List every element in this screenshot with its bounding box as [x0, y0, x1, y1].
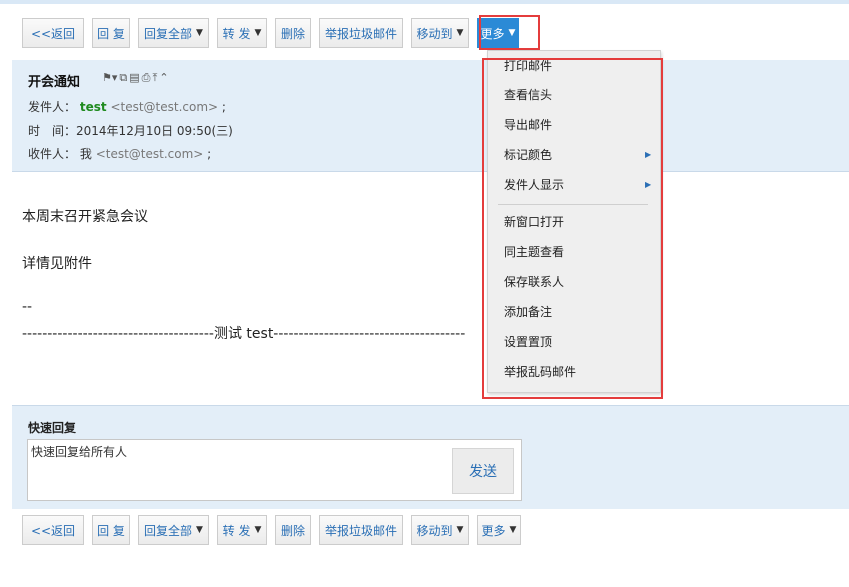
back-label: <<返回	[30, 523, 76, 538]
quick-reply-input[interactable]: 快速回复给所有人	[31, 443, 127, 460]
reply-all-button[interactable]: 回复全部 ▼	[138, 515, 209, 545]
open-new-window-icon[interactable]: ⧉	[119, 71, 127, 85]
more-label: 更多	[481, 523, 506, 538]
back-button[interactable]: <<返回	[22, 515, 84, 545]
reply-all-label: 回复全部	[144, 26, 193, 41]
top-strip	[0, 0, 849, 4]
caret-down-icon: ▼	[456, 28, 464, 38]
from-label: 发件人：	[28, 100, 77, 114]
time-row: 时 间：2014年12月10日 09:50(三)	[28, 122, 233, 139]
move-to-button[interactable]: 移动到 ▼	[411, 515, 469, 545]
mail-subject: 开会通知	[28, 75, 81, 90]
send-button[interactable]: 发送	[452, 448, 514, 494]
quick-reply-title: 快速回复	[28, 421, 77, 435]
body-line: 本周末召开紧急会议	[22, 209, 148, 225]
caret-down-icon: ▼	[196, 28, 203, 38]
caret-down-icon: ▼	[196, 525, 203, 535]
header-actions: ⚑▾ ⧉ ▤ ⎙ ⤒ ⌃	[102, 71, 169, 85]
collapse-icon[interactable]: ⌃	[159, 71, 168, 85]
from-separator: ;	[221, 100, 226, 114]
pin-top-icon[interactable]: ⤒	[152, 71, 157, 85]
reply-button[interactable]: 回 复	[92, 515, 130, 545]
to-name[interactable]: 我	[80, 147, 92, 161]
move-to-label: 移动到	[416, 523, 453, 538]
report-spam-button[interactable]: 举报垃圾邮件	[319, 18, 403, 48]
forward-label: 转 发	[222, 523, 251, 538]
mail-header: 开会通知 ⚑▾ ⧉ ▤ ⎙ ⤒ ⌃ 发件人： test <test@test.c…	[12, 60, 849, 172]
to-separator: ;	[207, 147, 212, 161]
caret-down-icon: ▼	[254, 28, 262, 38]
caret-down-icon: ▼	[509, 525, 517, 535]
move-to-button[interactable]: 移动到 ▼	[411, 18, 469, 48]
to-label: 收件人：	[28, 147, 77, 161]
from-name[interactable]: test	[80, 100, 107, 114]
more-menu-highlight	[482, 58, 663, 399]
to-row: 收件人： 我 <test@test.com> ;	[28, 145, 211, 162]
back-label: <<返回	[30, 26, 76, 41]
forward-button[interactable]: 转 发 ▼	[217, 515, 267, 545]
top-toolbar: <<返回 回 复 回复全部 ▼ 转 发 ▼ 删除 举报垃圾邮件 移动到 ▼ 更多 ▼	[22, 18, 519, 48]
quick-reply-box[interactable]: 快速回复给所有人 发送	[27, 439, 522, 501]
from-row: 发件人： test <test@test.com> ;	[28, 98, 226, 115]
caret-down-icon: ▼	[254, 525, 262, 535]
report-spam-button[interactable]: 举报垃圾邮件	[319, 515, 403, 545]
more-button[interactable]: 更多 ▼	[477, 515, 521, 545]
more-button-highlight	[479, 15, 540, 50]
delete-label: 删除	[281, 523, 306, 538]
forward-button[interactable]: 转 发 ▼	[217, 18, 267, 48]
note-icon[interactable]: ▤	[129, 71, 139, 85]
reply-label: 回 复	[97, 26, 125, 41]
flag-icon[interactable]: ⚑▾	[102, 71, 117, 85]
print-icon[interactable]: ⎙	[142, 71, 151, 85]
delete-label: 删除	[281, 26, 306, 41]
move-to-label: 移动到	[416, 26, 453, 41]
reply-all-button[interactable]: 回复全部 ▼	[138, 18, 209, 48]
time-value: 2014年12月10日 09:50(三)	[76, 124, 233, 138]
report-spam-label: 举报垃圾邮件	[325, 523, 398, 538]
reply-label: 回 复	[97, 523, 125, 538]
from-email[interactable]: <test@test.com>	[110, 100, 218, 114]
forward-label: 转 发	[222, 26, 251, 41]
quick-reply-panel: 快速回复 快速回复给所有人 发送	[12, 405, 849, 509]
caret-down-icon: ▼	[456, 525, 464, 535]
back-button[interactable]: <<返回	[22, 18, 84, 48]
reply-all-label: 回复全部	[144, 523, 193, 538]
signature-line: --------------------------------------测试…	[22, 326, 466, 342]
report-spam-label: 举报垃圾邮件	[325, 26, 398, 41]
bottom-toolbar: <<返回 回 复 回复全部 ▼ 转 发 ▼ 删除 举报垃圾邮件 移动到 ▼ 更多 ▼	[22, 515, 521, 545]
send-label: 发送	[469, 464, 497, 480]
reply-button[interactable]: 回 复	[92, 18, 130, 48]
delete-button[interactable]: 删除	[275, 515, 311, 545]
body-line: --	[22, 299, 33, 315]
body-line: 详情见附件	[22, 256, 92, 272]
delete-button[interactable]: 删除	[275, 18, 311, 48]
time-label: 时 间：	[28, 124, 77, 138]
to-email[interactable]: <test@test.com>	[96, 147, 204, 161]
